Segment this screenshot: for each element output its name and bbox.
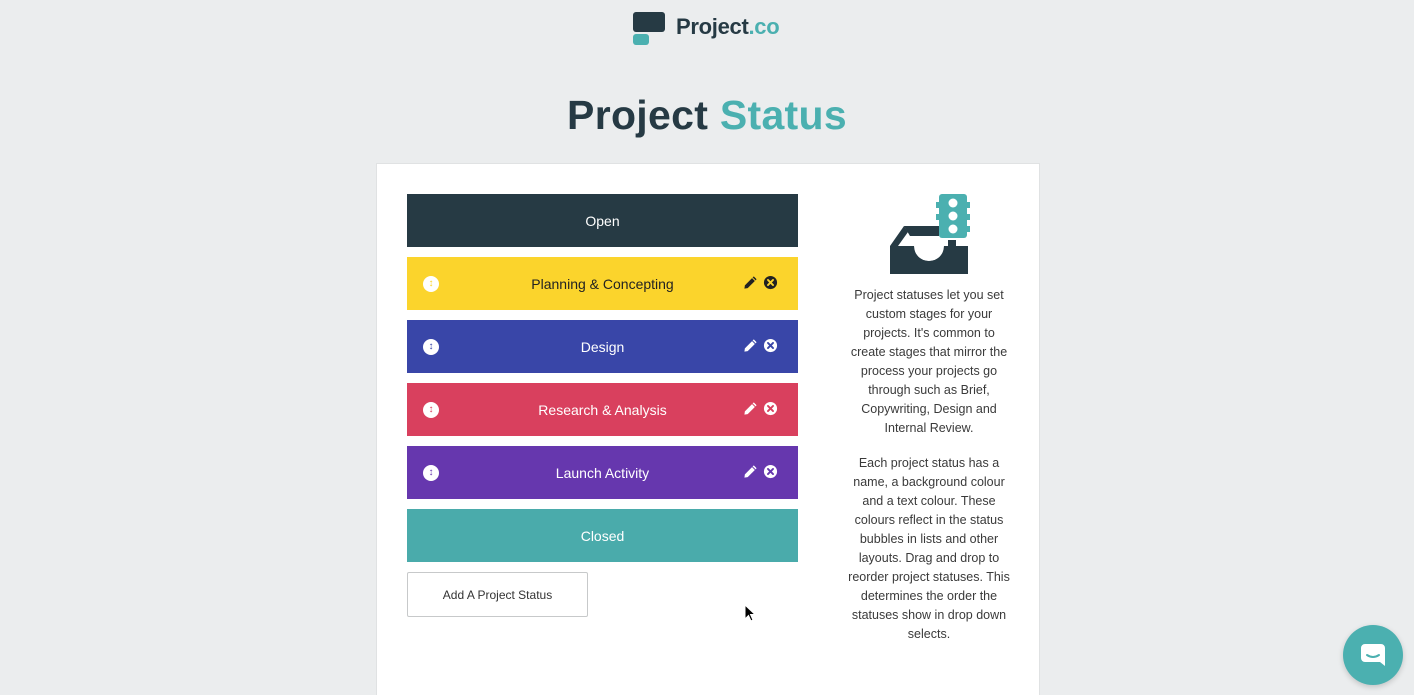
- brand-logo[interactable]: Project.co: [633, 12, 780, 46]
- status-settings-card: Open ↕ Planning & Concepting ↕ Design ↕ Resear…: [376, 163, 1040, 695]
- page-title: Project Status: [0, 92, 1414, 139]
- page-title-accent: Status: [719, 92, 847, 138]
- brand-name-main: Project: [676, 14, 749, 39]
- mouse-cursor-icon: [744, 604, 756, 622]
- delete-circle-icon[interactable]: [763, 338, 778, 353]
- chat-launcher-button[interactable]: [1343, 625, 1403, 685]
- drag-handle-icon[interactable]: ↕: [423, 276, 439, 292]
- status-bar[interactable]: ↕ Design: [407, 320, 798, 373]
- status-label: Planning & Concepting: [531, 275, 674, 292]
- status-label: Open: [585, 212, 620, 229]
- delete-circle-icon[interactable]: [763, 275, 778, 290]
- edit-pencil-icon[interactable]: [743, 338, 758, 353]
- status-actions: [743, 275, 778, 290]
- status-actions: [743, 401, 778, 416]
- delete-circle-icon[interactable]: [763, 401, 778, 416]
- status-actions: [743, 464, 778, 479]
- inbox-traffic-light-icon: [890, 194, 970, 274]
- info-panel: Project statuses let you set custom stag…: [847, 194, 1011, 644]
- edit-pencil-icon[interactable]: [743, 401, 758, 416]
- status-bar[interactable]: ↕ Planning & Concepting: [407, 257, 798, 310]
- drag-handle-icon[interactable]: ↕: [423, 402, 439, 418]
- info-paragraph-1: Project statuses let you set custom stag…: [850, 288, 1008, 435]
- status-bar[interactable]: ↕ Research & Analysis: [407, 383, 798, 436]
- status-label: Launch Activity: [555, 464, 650, 481]
- status-label: Design: [580, 338, 625, 355]
- delete-circle-icon[interactable]: [763, 464, 778, 479]
- status-actions: [743, 338, 778, 353]
- status-label: Research & Analysis: [538, 401, 667, 418]
- brand-name: Project.co: [676, 14, 780, 40]
- status-bar[interactable]: Closed: [407, 509, 798, 562]
- add-project-status-button[interactable]: Add A Project Status: [407, 572, 588, 617]
- drag-handle-icon[interactable]: ↕: [423, 465, 439, 481]
- brand-name-suffix: .co: [748, 14, 780, 39]
- info-paragraph-2: Each project status has a name, a backgr…: [848, 456, 1010, 641]
- drag-handle-icon[interactable]: ↕: [423, 339, 439, 355]
- edit-pencil-icon[interactable]: [743, 275, 758, 290]
- status-bar[interactable]: Open: [407, 194, 798, 247]
- chat-bubble-icon: [1361, 644, 1385, 666]
- edit-pencil-icon[interactable]: [743, 464, 758, 479]
- status-bar[interactable]: ↕ Launch Activity: [407, 446, 798, 499]
- page-title-main: Project: [567, 92, 720, 138]
- status-list: Open ↕ Planning & Concepting ↕ Design ↕ Resear…: [407, 194, 798, 617]
- status-label: Closed: [580, 527, 625, 544]
- logo-mark-icon: [633, 12, 666, 46]
